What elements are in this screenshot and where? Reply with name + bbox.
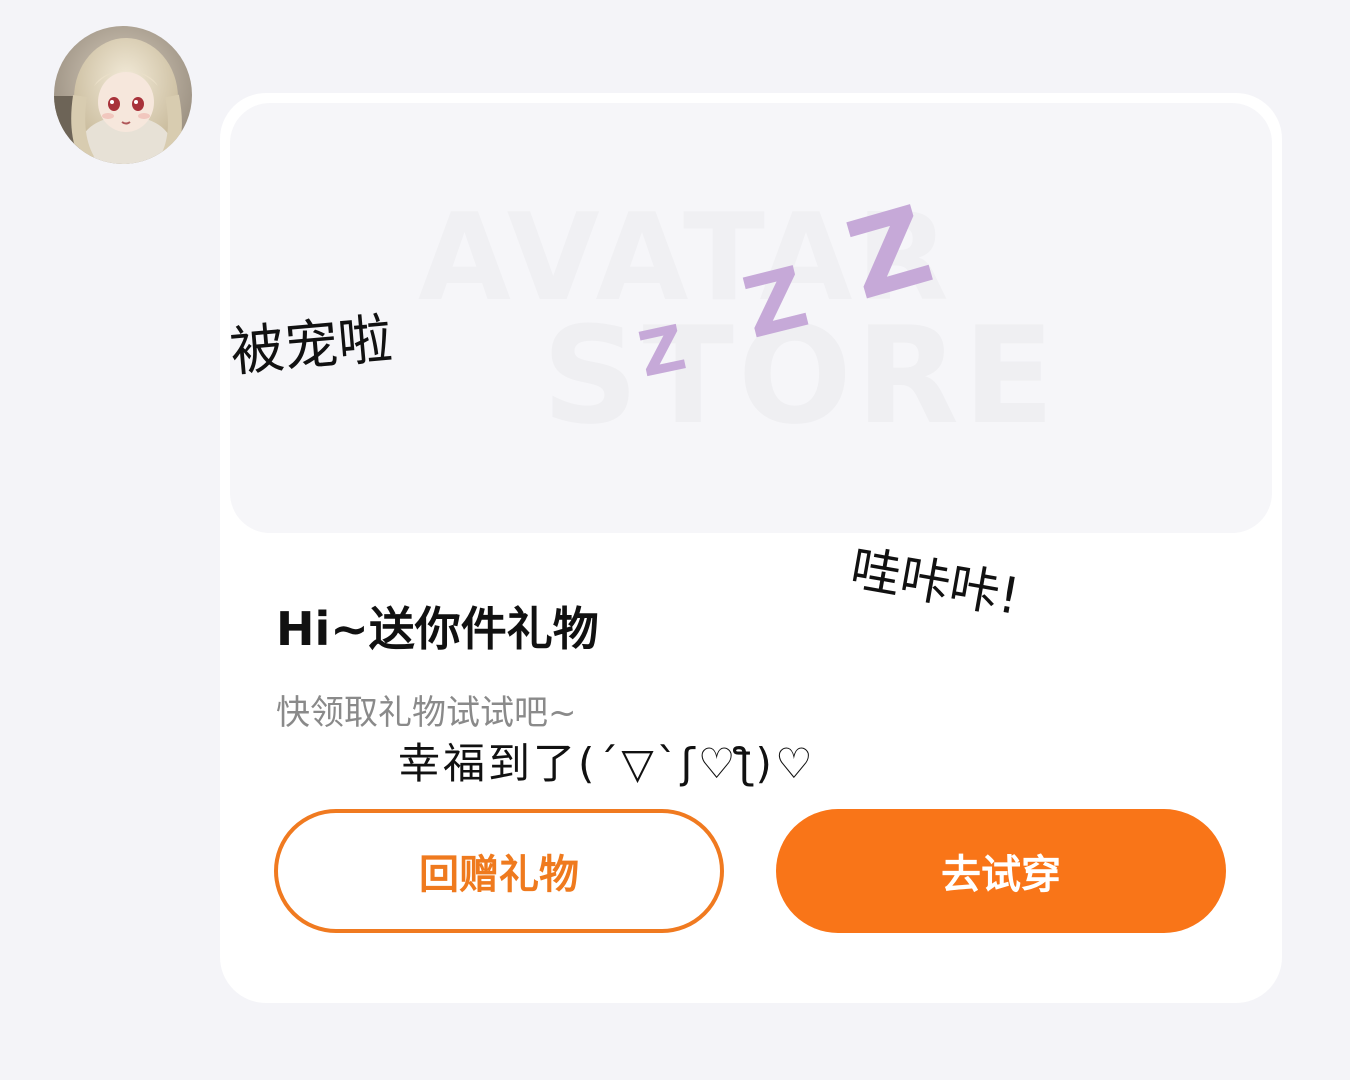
zzz-letter-small: Z bbox=[633, 311, 692, 392]
try-on-label: 去试穿 bbox=[941, 852, 1061, 898]
sticker-text-left: 被宠啦 bbox=[227, 306, 395, 384]
zzz-letter-medium: Z bbox=[734, 248, 817, 358]
sticker-text-bottom: 幸福到了(´▽`ʃ♡ƪ)♡ bbox=[398, 739, 816, 788]
try-on-button[interactable]: 去试穿 bbox=[776, 809, 1226, 933]
avatar[interactable] bbox=[54, 26, 192, 164]
message-subtitle: 快领取礼物试试吧~ bbox=[276, 693, 577, 733]
zzz-letter-large: Z bbox=[835, 183, 945, 325]
chat-page: AVATAR STORE Z Z Z Hi~送你件礼物 快领取礼物试试吧~ 回赠… bbox=[0, 0, 1350, 1080]
return-gift-button[interactable]: 回赠礼物 bbox=[274, 809, 724, 933]
return-gift-label: 回赠礼物 bbox=[419, 852, 579, 898]
doll-avatar-icon bbox=[54, 26, 192, 164]
message-title: Hi~送你件礼物 bbox=[276, 602, 599, 656]
gift-message-card: AVATAR STORE Z Z Z Hi~送你件礼物 快领取礼物试试吧~ 回赠… bbox=[220, 93, 1282, 1003]
